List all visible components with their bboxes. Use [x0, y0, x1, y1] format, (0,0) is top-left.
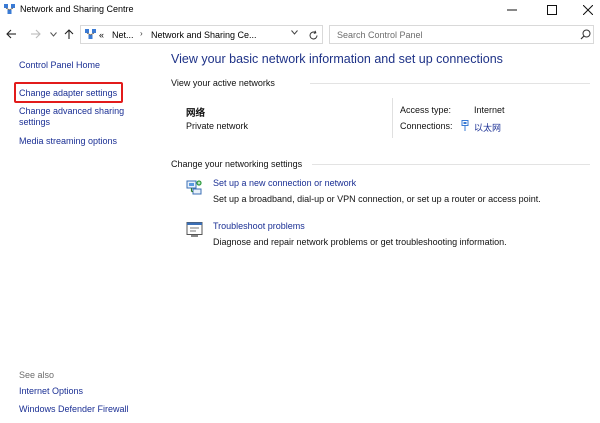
- breadcrumb-network[interactable]: Net...: [112, 30, 134, 40]
- refresh-icon[interactable]: [306, 28, 320, 42]
- access-type-label: Access type:: [400, 105, 452, 115]
- address-bar[interactable]: « Net... › Network and Sharing Ce...: [80, 25, 323, 44]
- left-pane: Control Panel Home Change adapter settin…: [0, 48, 160, 423]
- arrow-right-icon: [30, 29, 41, 39]
- minimize-button[interactable]: [492, 0, 532, 20]
- maximize-icon: [547, 5, 557, 15]
- main-pane: View your basic network information and …: [160, 48, 600, 423]
- arrow-left-icon: [5, 29, 16, 39]
- troubleshoot-link[interactable]: Troubleshoot problems: [213, 221, 305, 231]
- close-icon: [583, 5, 593, 15]
- window-title: Network and Sharing Centre: [20, 4, 134, 14]
- troubleshoot-description: Diagnose and repair network problems or …: [213, 237, 507, 247]
- section-divider: [310, 83, 590, 84]
- close-button[interactable]: [568, 0, 600, 20]
- new-connection-icon: [186, 180, 202, 195]
- arrow-up-icon: [64, 28, 74, 39]
- control-panel-icon: [85, 29, 96, 39]
- recent-locations-button[interactable]: [46, 26, 60, 42]
- breadcrumb-separator-icon[interactable]: ›: [140, 29, 143, 38]
- forward-button[interactable]: [28, 26, 42, 42]
- up-button[interactable]: [62, 26, 76, 42]
- minimize-icon: [507, 9, 517, 11]
- connections-label: Connections:: [400, 121, 453, 131]
- active-networks-label: View your active networks: [171, 78, 275, 88]
- change-settings-label: Change your networking settings: [171, 159, 303, 169]
- control-panel-home-link[interactable]: Control Panel Home: [19, 60, 100, 71]
- firewall-link[interactable]: Windows Defender Firewall: [19, 404, 129, 415]
- address-dropdown-icon[interactable]: [291, 30, 298, 37]
- change-advanced-sharing-link[interactable]: Change advanced sharing settings: [19, 106, 139, 128]
- chevron-down-icon: [49, 31, 57, 37]
- setup-connection-link[interactable]: Set up a new connection or network: [213, 178, 356, 188]
- title-bar: Network and Sharing Centre: [0, 0, 600, 20]
- see-also-heading: See also: [19, 370, 55, 380]
- troubleshoot-icon: [186, 222, 203, 237]
- ethernet-connection-link[interactable]: 以太网: [474, 121, 501, 134]
- back-button[interactable]: [4, 26, 18, 42]
- page-title: View your basic network information and …: [171, 52, 503, 66]
- setup-connection-description: Set up a broadband, dial-up or VPN conne…: [213, 194, 541, 204]
- access-type-value: Internet: [474, 105, 505, 115]
- search-input[interactable]: Search Control Panel: [337, 30, 423, 40]
- internet-options-link[interactable]: Internet Options: [19, 386, 83, 397]
- change-adapter-settings-link[interactable]: Change adapter settings: [19, 88, 117, 99]
- network-type-link: Private network: [186, 121, 249, 131]
- search-box[interactable]: Search Control Panel: [329, 25, 594, 44]
- navigation-bar: « Net... › Network and Sharing Ce... Sea…: [0, 22, 600, 46]
- network-app-icon: [4, 4, 15, 14]
- breadcrumb-overflow[interactable]: «: [99, 30, 104, 40]
- maximize-button[interactable]: [532, 0, 572, 20]
- section-divider: [312, 164, 590, 165]
- media-streaming-link[interactable]: Media streaming options: [19, 136, 117, 147]
- network-name: 网络: [186, 108, 206, 119]
- vertical-divider: [392, 98, 393, 138]
- search-icon[interactable]: [580, 29, 591, 40]
- breadcrumb-network-sharing[interactable]: Network and Sharing Ce...: [151, 30, 257, 40]
- ethernet-icon: [461, 120, 469, 131]
